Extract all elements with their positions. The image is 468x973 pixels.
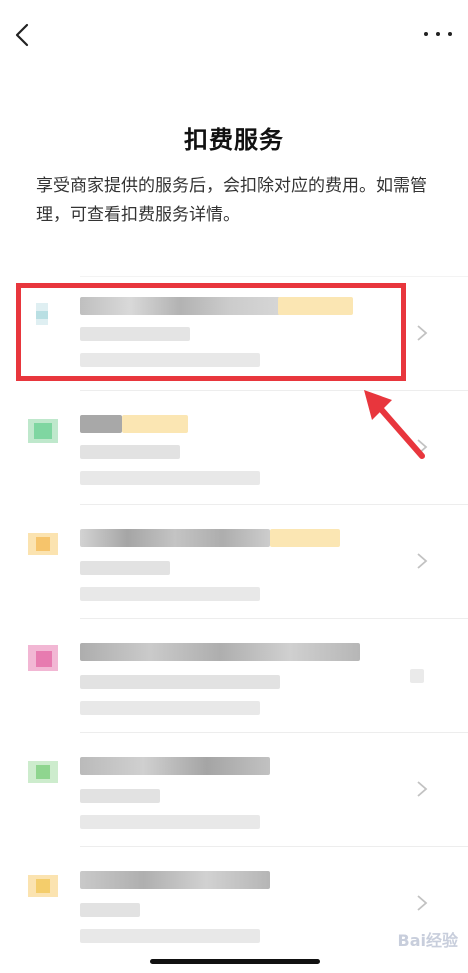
service-detail-blurred bbox=[80, 903, 140, 917]
service-detail-blurred bbox=[80, 675, 280, 689]
chevron-right-icon bbox=[417, 553, 428, 569]
service-logo bbox=[28, 527, 58, 557]
highlight-box bbox=[16, 283, 406, 381]
chevron-right-icon bbox=[417, 895, 428, 911]
service-name-blurred bbox=[80, 757, 270, 775]
back-button[interactable] bbox=[10, 20, 36, 50]
service-name-blurred bbox=[80, 643, 360, 661]
service-detail-blurred bbox=[80, 561, 170, 575]
page-title: 扣费服务 bbox=[184, 126, 284, 154]
service-logo bbox=[28, 641, 58, 671]
page-description: 享受商家提供的服务后，会扣除对应的费用。如需管理，可查看扣费服务详情。 bbox=[36, 176, 427, 225]
home-indicator[interactable] bbox=[150, 959, 320, 964]
navigation-bar bbox=[0, 0, 468, 70]
blurred-mark bbox=[410, 669, 424, 683]
more-button[interactable] bbox=[424, 22, 452, 46]
chevron-right-icon bbox=[417, 325, 428, 341]
service-tag-blurred bbox=[122, 415, 188, 433]
service-logo bbox=[28, 755, 58, 785]
more-dot bbox=[448, 32, 452, 36]
service-logo bbox=[28, 413, 58, 443]
service-logo bbox=[28, 869, 58, 899]
service-detail-blurred bbox=[80, 789, 160, 803]
service-date-blurred bbox=[80, 587, 260, 601]
service-item[interactable] bbox=[28, 618, 468, 732]
service-name-blurred bbox=[80, 529, 270, 547]
annotation-arrow-icon bbox=[364, 390, 425, 459]
watermark: Bai经验 bbox=[397, 931, 458, 950]
service-item[interactable] bbox=[28, 504, 468, 618]
service-name-blurred bbox=[80, 871, 270, 889]
service-tag-blurred bbox=[270, 529, 340, 547]
more-dot bbox=[436, 32, 440, 36]
service-date-blurred bbox=[80, 701, 260, 715]
service-detail-blurred bbox=[80, 445, 180, 459]
service-item[interactable] bbox=[28, 732, 468, 846]
service-date-blurred bbox=[80, 929, 260, 943]
service-date-blurred bbox=[80, 815, 260, 829]
service-date-blurred bbox=[80, 471, 260, 485]
more-horizontal-icon bbox=[424, 32, 428, 36]
service-name-blurred bbox=[80, 415, 122, 433]
chevron-right-icon bbox=[417, 781, 428, 797]
chevron-left-icon bbox=[15, 23, 29, 47]
